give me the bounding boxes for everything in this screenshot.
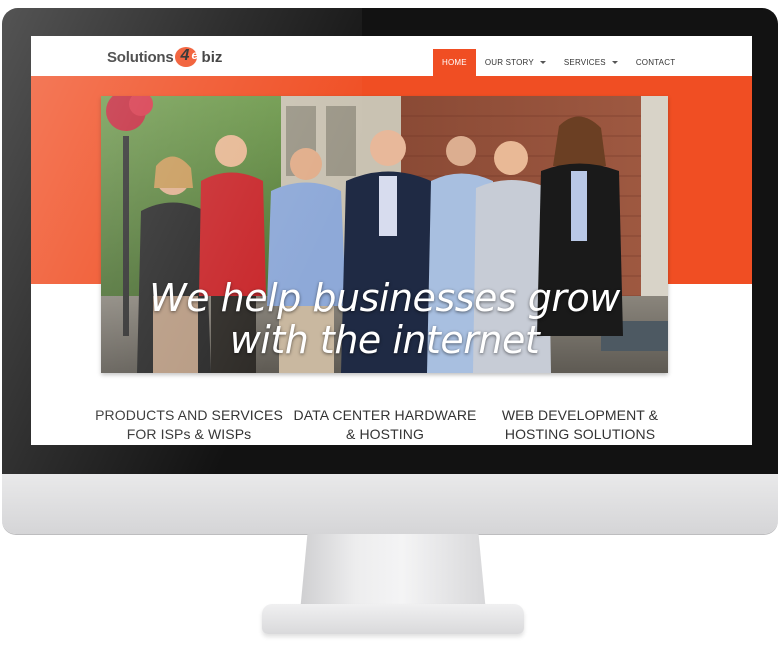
hero-headline-line1: We help businesses grow xyxy=(149,276,620,320)
nav-item-home[interactable]: HOME xyxy=(433,49,476,76)
hero-headline-line2: with the internet xyxy=(229,318,540,362)
logo-text-left: Solutions xyxy=(107,48,174,66)
logo-text-right: biz xyxy=(201,48,223,66)
feature-data-center[interactable]: DATA CENTER HARDWARE & HOSTING xyxy=(285,406,485,444)
feature-web-development[interactable]: WEB DEVELOPMENT & HOSTING SOLUTIONS xyxy=(480,406,680,444)
chevron-down-icon xyxy=(539,61,546,64)
website-screen: Solutions 4 e biz HOME OUR STORY SERVICE… xyxy=(31,36,752,445)
nav-item-home-label: HOME xyxy=(442,58,467,67)
feature-isp-line1: PRODUCTS AND SERVICES xyxy=(95,407,283,423)
nav-item-our-story[interactable]: OUR STORY xyxy=(476,49,555,76)
logo-mark-letter: e xyxy=(191,48,199,62)
nav-item-contact[interactable]: CONTACT xyxy=(627,49,684,76)
monitor-stand-neck xyxy=(300,534,486,612)
feature-web-dev-line1: WEB DEVELOPMENT & xyxy=(501,407,659,423)
chevron-down-icon xyxy=(611,61,618,64)
navbar: Solutions 4 e biz HOME OUR STORY SERVICE… xyxy=(31,36,752,76)
nav-item-our-story-label: OUR STORY xyxy=(484,58,534,67)
main-nav: HOME OUR STORY SERVICES CONTACT xyxy=(433,49,684,76)
feature-isp-services[interactable]: PRODUCTS AND SERVICES FOR ISPs & WISPs xyxy=(89,406,289,444)
nav-item-services[interactable]: SERVICES xyxy=(555,49,627,76)
monitor-stand-base xyxy=(262,604,524,634)
nav-item-services-label: SERVICES xyxy=(563,58,606,67)
logo-mark-icon: 4 e xyxy=(174,46,203,68)
nav-item-contact-label: CONTACT xyxy=(635,58,676,67)
feature-isp-line2: FOR ISPs & WISPs xyxy=(126,426,252,442)
feature-data-center-line1: DATA CENTER HARDWARE xyxy=(293,407,477,423)
feature-web-dev-line2: HOSTING SOLUTIONS xyxy=(504,426,656,442)
monitor-chin xyxy=(2,474,778,534)
feature-links: PRODUCTS AND SERVICES FOR ISPs & WISPs D… xyxy=(31,400,752,445)
hero-banner: We help businesses grow with the interne… xyxy=(101,96,668,373)
feature-data-center-line2: & HOSTING xyxy=(346,426,424,442)
monitor-bezel: Solutions 4 e biz HOME OUR STORY SERVICE… xyxy=(2,8,778,474)
logo-mark-number: 4 xyxy=(180,47,190,64)
monitor-frame: Solutions 4 e biz HOME OUR STORY SERVICE… xyxy=(0,0,780,667)
site-logo[interactable]: Solutions 4 e biz xyxy=(107,46,222,68)
